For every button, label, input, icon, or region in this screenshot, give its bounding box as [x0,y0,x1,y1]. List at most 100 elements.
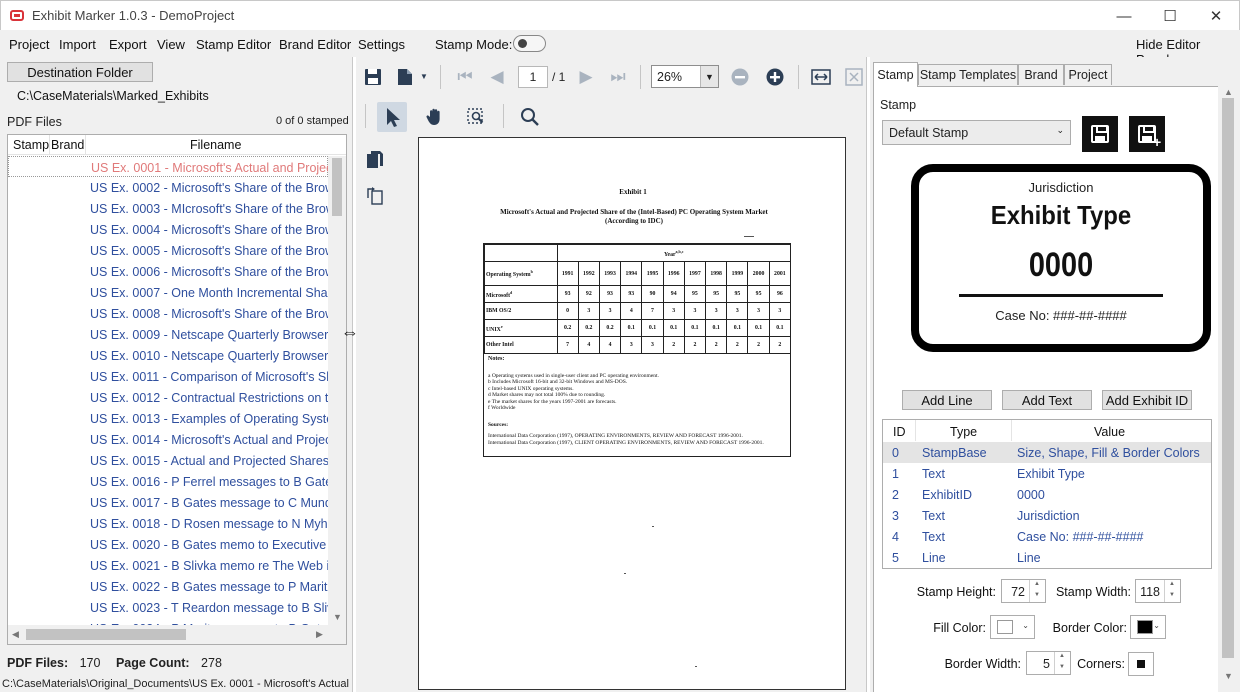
stamp-element-row[interactable]: 3 Text Jurisdiction [883,505,1211,526]
editor-panel-scrollbar[interactable]: ▲ ▼ [1218,86,1238,692]
column-brand[interactable]: Brand [51,138,84,152]
file-row[interactable]: US Ex. 0016 - P Ferrel messages to B Gat… [8,471,346,492]
file-row[interactable]: US Ex. 0002 - Microsoft's Share of the B… [8,177,346,198]
column-divider[interactable] [1011,420,1012,441]
file-row[interactable]: US Ex. 0008 - Microsoft's Share of the B… [8,303,346,324]
column-id[interactable]: ID [893,425,906,439]
menu-view[interactable]: View [157,37,185,52]
file-row[interactable]: US Ex. 0015 - Actual and Projected Share… [8,450,343,471]
column-stamp[interactable]: Stamp [13,138,49,152]
file-row[interactable]: US Ex. 0022 - B Gates message to P Marit… [8,576,346,597]
save-stamp-as-button[interactable]: + [1129,116,1165,152]
file-row[interactable]: US Ex. 0001 - Microsoft's Actual and Pro… [8,156,346,177]
menu-settings[interactable]: Settings [358,37,405,52]
spinner-arrows-icon[interactable] [1164,580,1180,602]
tab-project[interactable]: Project [1064,64,1112,85]
stamp-select[interactable]: Default Stamp ⌄ [882,120,1071,145]
stamp-element-row[interactable]: 5 Line Line [883,547,1211,568]
file-list-vertical-scrollbar[interactable]: ▼ [328,156,346,625]
file-row[interactable]: US Ex. 0020 - B Gates memo to Executive … [8,534,346,555]
scrollbar-thumb[interactable] [1222,98,1234,658]
file-row[interactable]: US Ex. 0013 - Examples of Operating Syst… [8,408,346,429]
chevron-down-icon[interactable]: ▼ [700,66,718,87]
add-line-button[interactable]: Add Line [902,390,992,410]
tab-stamp-templates[interactable]: Stamp Templates [918,64,1018,85]
scroll-down-arrow-icon[interactable]: ▼ [333,612,342,622]
marquee-zoom-icon[interactable] [464,105,488,129]
pages-icon[interactable] [364,149,386,171]
column-value[interactable]: Value [1094,425,1125,439]
file-row[interactable]: US Ex. 0009 - Netscape Quarterly Browser… [8,324,346,345]
column-divider[interactable] [915,420,916,441]
file-row[interactable]: US Ex. 0023 - T Reardon message to B Sli… [8,597,346,618]
minimize-button[interactable]: — [1101,1,1147,31]
page-number-input[interactable]: 1 [518,66,548,88]
file-row[interactable]: US Ex. 0010 - Netscape Quarterly Browser… [8,345,346,366]
file-row[interactable]: US Ex. 0017 - B Gates message to C Mundi… [8,492,346,513]
file-row[interactable]: US Ex. 0012 - Contractual Restrictions o… [8,387,342,408]
column-divider[interactable] [85,135,86,155]
file-row[interactable]: US Ex. 0011 - Comparison of Microsoft's … [8,366,346,387]
fit-page-icon[interactable] [843,66,865,88]
file-row[interactable]: US Ex. 0003 - MIcrosoft's Share of the B… [8,198,346,219]
corners-button[interactable] [1128,652,1154,676]
column-type[interactable]: Type [950,425,977,439]
file-row[interactable]: US Ex. 0004 - Microsoft's Share of the B… [8,219,346,240]
stamp-element-row[interactable]: 2 ExhibitID 0000 [883,484,1211,505]
zoom-in-icon[interactable] [764,66,786,88]
file-list-horizontal-scrollbar[interactable]: ◀ ▶ [8,625,346,644]
zoom-out-icon[interactable] [729,66,751,88]
stamp-width-input[interactable]: 118 [1135,579,1181,603]
file-row[interactable]: US Ex. 0007 - One Month Incremental Shar… [8,282,346,303]
scrollbar-thumb[interactable] [26,629,186,640]
column-filename[interactable]: Filename [190,138,241,152]
file-icon[interactable] [394,66,416,88]
menu-import[interactable]: Import [59,37,96,52]
stamp-element-row[interactable]: 1 Text Exhibit Type [883,463,1211,484]
scrollbar-thumb[interactable] [332,158,342,216]
scroll-left-arrow-icon[interactable]: ◀ [12,629,19,640]
stamp-height-input[interactable]: 72 [1001,579,1046,603]
search-icon[interactable] [518,105,542,129]
scroll-right-arrow-icon[interactable]: ▶ [316,629,323,640]
pdf-page[interactable]: Exhibit 1 Microsoft's Actual and Project… [418,137,846,690]
destination-folder-button[interactable]: Destination Folder [7,62,153,82]
pointer-tool-button[interactable] [377,102,407,132]
spinner-arrows-icon[interactable] [1029,580,1045,602]
first-page-icon[interactable]: ⏮ [454,66,476,88]
fit-width-icon[interactable] [810,66,832,88]
file-row[interactable]: US Ex. 0006 - Microsoft's Share of the B… [8,261,346,282]
scroll-up-arrow-icon[interactable]: ▲ [1224,87,1233,97]
file-row[interactable]: US Ex. 0014 - Microsoft's Actual and Pro… [8,429,346,450]
tab-stamp[interactable]: Stamp [873,62,918,87]
hand-icon[interactable] [423,105,447,129]
column-divider[interactable] [49,135,50,155]
spinner-arrows-icon[interactable] [1054,652,1070,674]
stamp-element-row[interactable]: 0 StampBase Size, Shape, Fill & Border Col… [883,442,1211,463]
save-icon[interactable] [362,66,384,88]
stamp-element-row[interactable]: 4 Text Case No: ###-##-#### [883,526,1211,547]
prev-page-icon[interactable]: ◀ [486,66,508,88]
border-color-picker[interactable]: ⌄ [1130,615,1166,639]
close-button[interactable]: ✕ [1193,1,1239,31]
menu-brand-editor[interactable]: Brand Editor [279,37,351,52]
stamp-mode-toggle[interactable] [513,35,546,52]
menu-project[interactable]: Project [9,37,49,52]
tab-brand[interactable]: Brand [1018,64,1064,85]
zoom-select[interactable]: 26% ▼ [651,65,719,88]
file-menu-chevron-down-icon[interactable]: ▼ [420,72,428,81]
file-row[interactable]: US Ex. 0005 - Microsoft's Share of the B… [8,240,346,261]
menu-stamp-editor[interactable]: Stamp Editor [196,37,271,52]
menu-export[interactable]: Export [109,37,147,52]
save-stamp-button[interactable] [1082,116,1118,152]
scroll-down-arrow-icon[interactable]: ▼ [1224,671,1233,681]
stamp-preview[interactable]: Jurisdiction Exhibit Type 0000 Case No: … [911,164,1211,352]
file-row[interactable]: US Ex. 0018 - D Rosen message to N Myhrv… [8,513,346,534]
file-row[interactable]: US Ex. 0021 - B Slivka memo re The Web i… [8,555,346,576]
fill-color-picker[interactable]: ⌄ [990,615,1035,639]
rotate-icon[interactable] [364,185,386,207]
add-text-button[interactable]: Add Text [1002,390,1092,410]
add-exhibit-id-button[interactable]: Add Exhibit ID [1102,390,1192,410]
border-width-input[interactable]: 5 [1026,651,1071,675]
next-page-icon[interactable]: ▶ [575,66,597,88]
